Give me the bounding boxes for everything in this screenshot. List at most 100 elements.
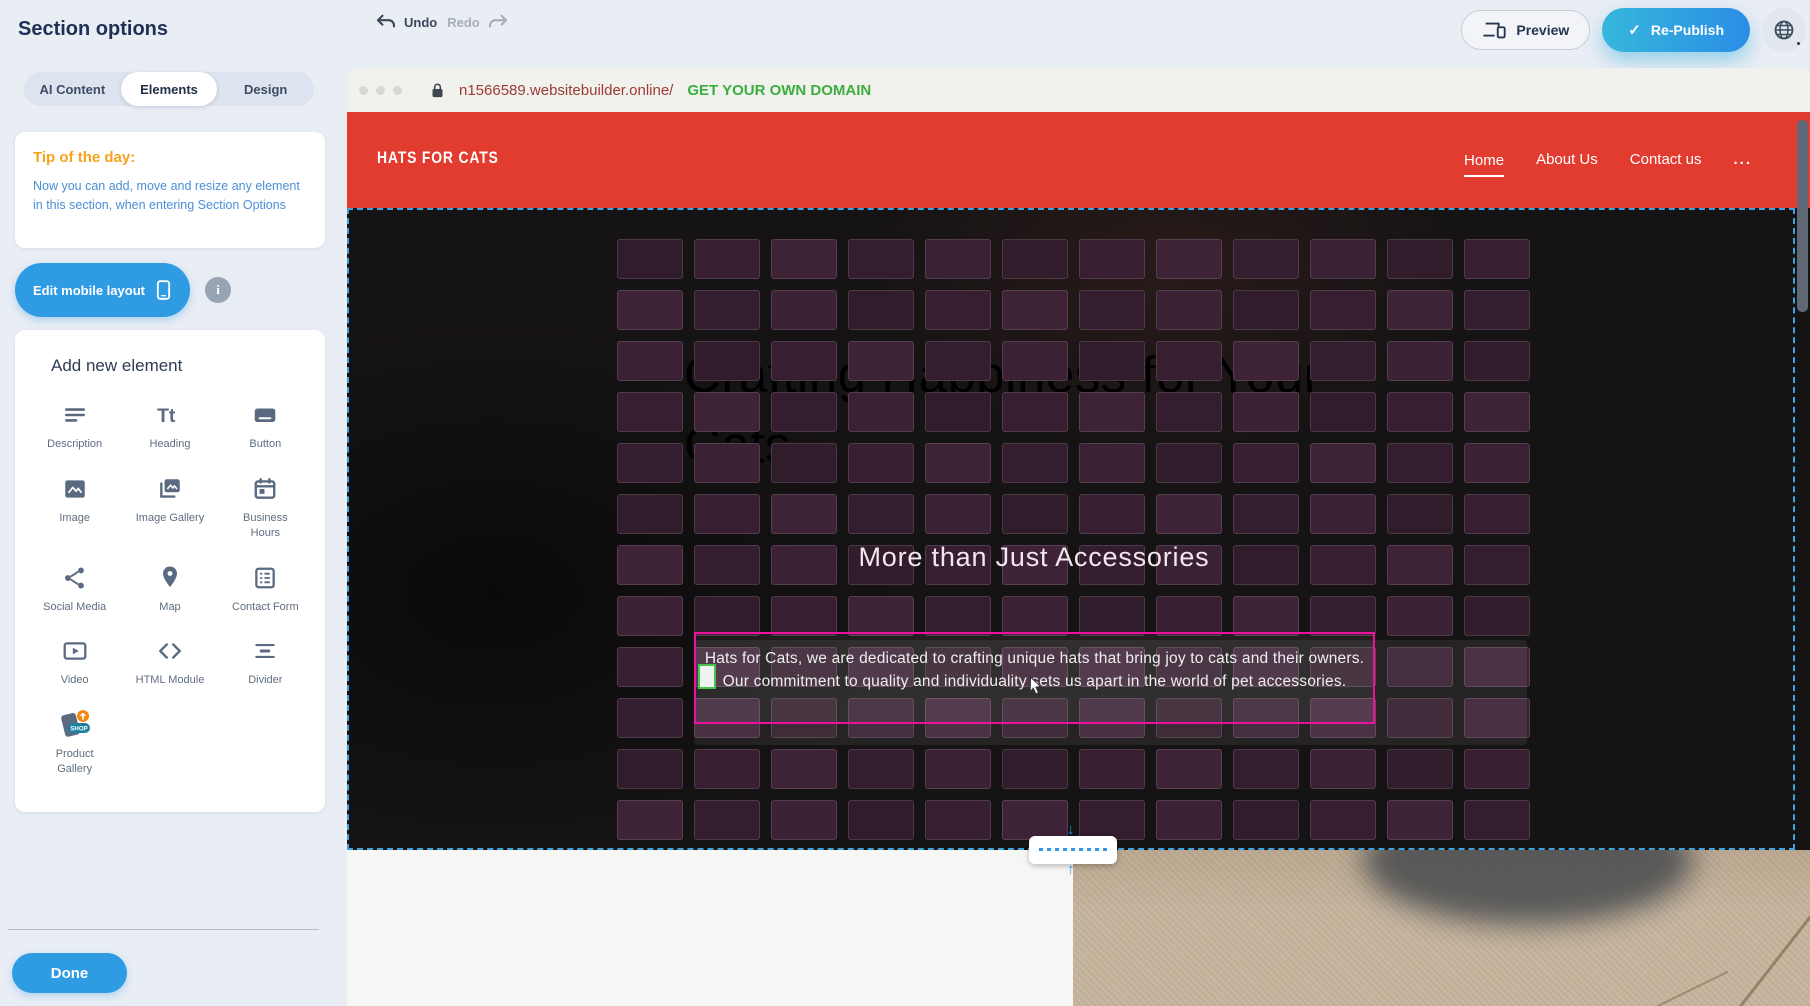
hero-tile xyxy=(1079,392,1145,432)
add-element-divider[interactable]: Divider xyxy=(218,636,313,688)
add-element-product-gallery[interactable]: SHOPProduct Gallery xyxy=(27,710,122,777)
hero-subtitle[interactable]: More than Just Accessories xyxy=(347,542,1721,573)
lock-icon xyxy=(430,82,445,99)
site-url[interactable]: n1566589.websitebuilder.online/ xyxy=(459,82,673,99)
edit-mobile-layout-button[interactable]: Edit mobile layout xyxy=(15,263,190,317)
hero-tile xyxy=(925,596,991,636)
republish-button[interactable]: ✓ Re-Publish xyxy=(1602,8,1750,52)
get-domain-link[interactable]: GET YOUR OWN DOMAIN xyxy=(687,82,871,99)
hero-tile xyxy=(1464,596,1530,636)
hero-tile xyxy=(1387,239,1453,279)
hero-tile xyxy=(1156,341,1222,381)
hero-tile xyxy=(617,239,683,279)
check-icon: ✓ xyxy=(1628,21,1641,39)
hero-tile xyxy=(1233,239,1299,279)
hero-tile xyxy=(1156,290,1222,330)
element-drag-handle[interactable] xyxy=(698,664,716,689)
hero-tile xyxy=(925,749,991,789)
nav-item-home[interactable]: Home xyxy=(1464,152,1504,177)
hero-tile xyxy=(1156,800,1222,840)
tip-card: Tip of the day: Now you can add, move an… xyxy=(15,132,325,248)
hero-tile xyxy=(848,341,914,381)
element-label: Video xyxy=(39,673,111,688)
add-element-image-gallery[interactable]: Image Gallery xyxy=(122,474,217,541)
hero-tile xyxy=(1233,290,1299,330)
hero-tile xyxy=(1310,392,1376,432)
hero-tile xyxy=(1464,341,1530,381)
svg-text:Tt: Tt xyxy=(157,405,176,427)
preview-button[interactable]: Preview xyxy=(1461,10,1590,50)
language-globe-button[interactable] xyxy=(1762,8,1806,52)
element-label: Image Gallery xyxy=(134,511,206,526)
add-element-map[interactable]: Map xyxy=(122,563,217,615)
tab-design[interactable]: Design xyxy=(217,72,314,106)
hero-tile xyxy=(1310,494,1376,534)
hero-tile xyxy=(848,239,914,279)
redo-label: Redo xyxy=(447,15,480,30)
element-label: Product Gallery xyxy=(39,747,111,777)
add-element-button[interactable]: Button xyxy=(218,400,313,452)
undo-button[interactable]: Undo xyxy=(375,14,437,30)
hero-tile xyxy=(617,698,683,738)
add-element-social-media[interactable]: Social Media xyxy=(27,563,122,615)
hero-tile xyxy=(771,239,837,279)
add-element-description[interactable]: Description xyxy=(27,400,122,452)
hero-tile xyxy=(617,749,683,789)
hero-tile xyxy=(1002,443,1068,483)
page-scrollbar[interactable] xyxy=(1797,120,1808,312)
info-icon[interactable]: i xyxy=(205,277,231,303)
hero-tile xyxy=(1002,239,1068,279)
element-label: Description xyxy=(39,437,111,452)
site-header: HATS FOR CATS Home About Us Contact us... xyxy=(347,112,1810,208)
done-button[interactable]: Done xyxy=(12,953,127,993)
hero-tile xyxy=(771,443,837,483)
add-element-contact-form[interactable]: Contact Form xyxy=(218,563,313,615)
phone-icon xyxy=(155,277,172,303)
hero-tile xyxy=(848,749,914,789)
add-element-card: Add new element DescriptionTtHeadingButt… xyxy=(15,330,325,812)
add-element-html-module[interactable]: HTML Module xyxy=(122,636,217,688)
tab-ai-content[interactable]: AI Content xyxy=(24,72,121,106)
hero-tile xyxy=(1002,494,1068,534)
preview-label: Preview xyxy=(1516,22,1569,38)
element-label: Image xyxy=(39,511,111,526)
hero-tile xyxy=(1464,800,1530,840)
add-element-video[interactable]: Video xyxy=(27,636,122,688)
site-preview-frame: n1566589.websitebuilder.online/ GET YOUR… xyxy=(347,68,1810,1006)
nav-item-contact-us[interactable]: Contact us xyxy=(1630,151,1702,170)
nav-item-about-us[interactable]: About Us xyxy=(1536,151,1598,170)
republish-label: Re-Publish xyxy=(1651,22,1724,38)
hero-tile xyxy=(1002,596,1068,636)
site-logo[interactable]: HATS FOR CATS xyxy=(377,148,499,168)
redo-button[interactable]: Redo xyxy=(447,14,509,30)
hero-tile xyxy=(1464,749,1530,789)
contact-form-icon xyxy=(252,563,278,593)
hero-tile xyxy=(771,392,837,432)
edit-mobile-label: Edit mobile layout xyxy=(33,283,145,298)
hero-tile xyxy=(1310,443,1376,483)
hero-tile xyxy=(1310,800,1376,840)
heading-icon: Tt xyxy=(156,400,184,430)
add-element-heading[interactable]: TtHeading xyxy=(122,400,217,452)
tab-elements[interactable]: Elements xyxy=(121,72,218,106)
hero-tile xyxy=(1464,494,1530,534)
description-icon xyxy=(62,400,88,430)
add-element-image[interactable]: Image xyxy=(27,474,122,541)
tip-body: Now you can add, move and resize any ele… xyxy=(33,177,307,216)
arrow-up-icon: ↑ xyxy=(1067,862,1075,877)
hero-section[interactable]: Crafting Happiness for Your Cats More th… xyxy=(347,208,1810,850)
add-element-business-hours[interactable]: Business Hours xyxy=(218,474,313,541)
section-resize-handle[interactable]: ↓ ↑ xyxy=(1029,822,1117,878)
section-options-panel: Section options AI ContentElementsDesign… xyxy=(0,0,327,1006)
hero-tile xyxy=(1310,290,1376,330)
hero-tile xyxy=(617,800,683,840)
panel-tabbar: AI ContentElementsDesign xyxy=(24,72,314,106)
hero-tile xyxy=(925,443,991,483)
hero-tile xyxy=(1233,596,1299,636)
hero-tile xyxy=(848,290,914,330)
hero-tile xyxy=(1233,494,1299,534)
hero-description-line1: Hats for Cats, we are dedicated to craft… xyxy=(696,647,1373,670)
hero-tile xyxy=(925,341,991,381)
nav-more-menu[interactable]: ... xyxy=(1733,151,1752,170)
hero-tile xyxy=(1310,749,1376,789)
